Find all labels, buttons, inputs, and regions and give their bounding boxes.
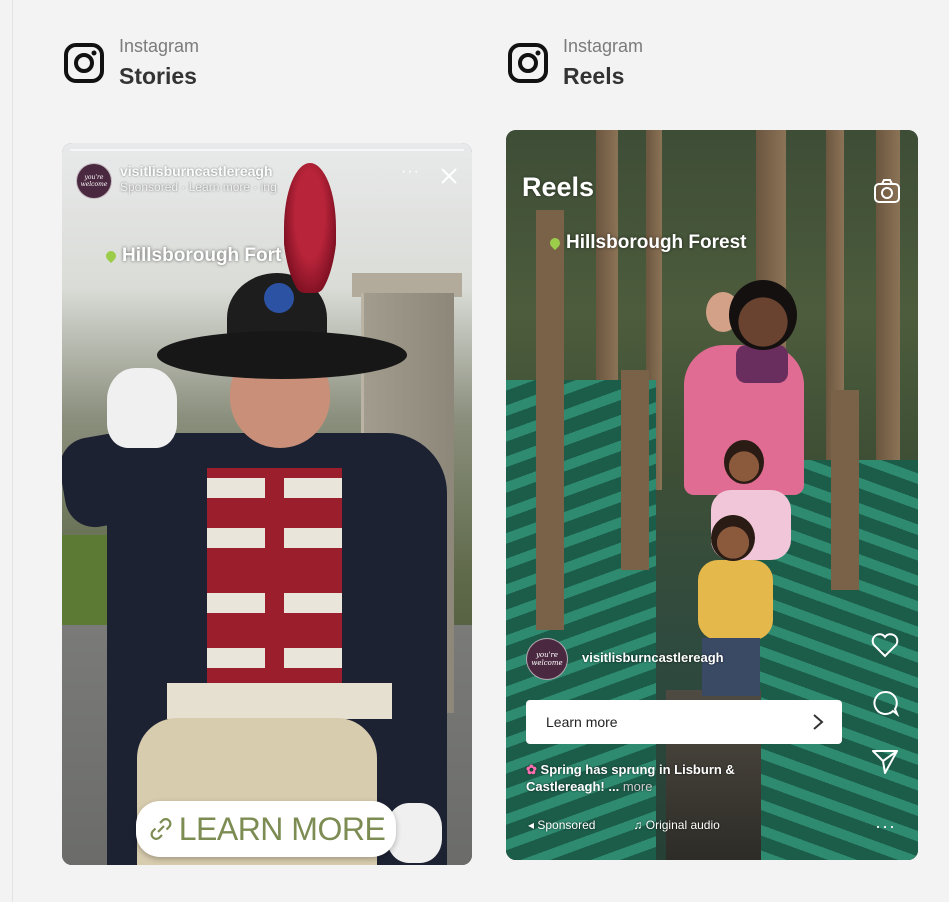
- reels-preview: Reels Hillsborough Forest you're welcome…: [506, 130, 918, 860]
- story-username[interactable]: visitlisburncastlereagh: [120, 163, 273, 179]
- stories-placement-title: Stories: [119, 62, 197, 89]
- learn-more-sticker-label: LEARN MORE: [178, 810, 386, 847]
- learn-more-sticker[interactable]: LEARN MORE: [136, 801, 396, 857]
- stories-preview: you're welcome visitlisburncastlereagh S…: [62, 143, 472, 865]
- reel-location-label: Hillsborough Forest: [566, 232, 747, 253]
- heart-icon[interactable]: [870, 630, 900, 660]
- stories-platform-label: Instagram: [119, 36, 200, 56]
- story-more-menu[interactable]: ···: [401, 163, 420, 181]
- reel-username[interactable]: visitlisburncastlereagh: [582, 650, 724, 665]
- story-location-label: Hillsborough Fort: [122, 245, 282, 266]
- music-note-icon: ♫: [633, 818, 643, 832]
- link-icon: [150, 818, 172, 840]
- chevron-right-icon: [813, 714, 824, 730]
- location-pin-icon: [103, 248, 119, 264]
- reels-platform-label: Instagram: [563, 36, 644, 56]
- reel-location-tag[interactable]: Hillsborough Forest: [547, 232, 747, 254]
- sponsored-indicator: ◂ Sponsored: [528, 818, 595, 832]
- comment-icon[interactable]: [870, 688, 900, 718]
- reels-header-title: Reels: [522, 172, 595, 202]
- caption-more-link[interactable]: more: [623, 779, 653, 794]
- reel-more-menu[interactable]: ···: [875, 816, 896, 837]
- reel-caption[interactable]: ✿ Spring has sprung in Lisburn & Castler…: [526, 762, 776, 796]
- reel-avatar[interactable]: you're welcome: [526, 638, 568, 680]
- reel-action-bar: [870, 630, 900, 776]
- learn-more-button[interactable]: Learn more: [526, 700, 842, 744]
- reels-placement-title: Reels: [563, 62, 625, 89]
- learn-more-button-label: Learn more: [546, 714, 618, 730]
- flower-emoji-icon: ✿: [526, 762, 537, 777]
- instagram-logo-icon: [64, 42, 104, 83]
- location-pin-icon: [547, 235, 563, 251]
- original-audio-label: Original audio: [645, 818, 720, 832]
- megaphone-icon: ◂: [528, 818, 535, 832]
- share-icon[interactable]: [870, 746, 900, 776]
- story-subline: Sponsored · Learn more · ing: [120, 180, 277, 194]
- stories-placement-header: Instagram Stories: [63, 36, 199, 89]
- instagram-logo-icon: [508, 42, 548, 83]
- camera-icon[interactable]: [872, 176, 902, 206]
- story-progress-bar: [70, 149, 464, 151]
- story-location-sticker[interactable]: Hillsborough Fort: [103, 245, 282, 267]
- reel-footer: ◂ Sponsored ♫ Original audio: [528, 818, 720, 832]
- sponsored-label: Sponsored: [537, 818, 596, 832]
- story-avatar[interactable]: you're welcome: [76, 163, 112, 199]
- reels-placement-header: Instagram Reels: [507, 36, 643, 89]
- original-audio-indicator[interactable]: ♫ Original audio: [633, 818, 719, 832]
- close-icon[interactable]: [440, 167, 458, 185]
